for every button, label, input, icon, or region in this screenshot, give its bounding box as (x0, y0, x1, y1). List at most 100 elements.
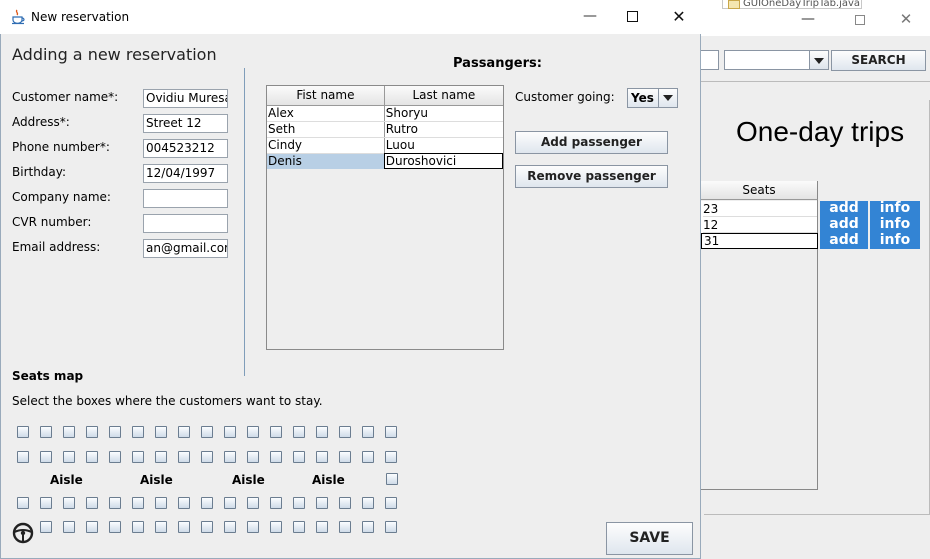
table-row-focused[interactable]: 31 (701, 233, 818, 249)
seat-checkbox[interactable] (316, 451, 328, 463)
phone-number-field[interactable]: 004523212 (143, 139, 228, 158)
background-editor-tab[interactable]: GUIOneDayTripTab.java (722, 0, 862, 9)
seat-checkbox[interactable] (339, 426, 351, 438)
seat-checkbox[interactable] (201, 521, 213, 533)
seat-checkbox[interactable] (386, 473, 398, 485)
seat-checkbox[interactable] (270, 451, 282, 463)
save-button[interactable]: SAVE (606, 522, 693, 555)
seat-checkbox[interactable] (270, 521, 282, 533)
seat-checkbox[interactable] (362, 426, 374, 438)
seat-checkbox[interactable] (132, 426, 144, 438)
table-row[interactable]: 23 (703, 201, 817, 217)
seat-checkbox[interactable] (362, 497, 374, 509)
seat-checkbox[interactable] (132, 521, 144, 533)
seat-checkbox[interactable] (178, 451, 190, 463)
seat-checkbox[interactable] (224, 426, 236, 438)
seat-checkbox[interactable] (86, 497, 98, 509)
first-name-header[interactable]: Fist name (267, 86, 385, 106)
customer-going-select[interactable]: Yes (627, 88, 678, 108)
seat-checkbox[interactable] (63, 497, 75, 509)
seat-checkbox[interactable] (270, 497, 282, 509)
seat-checkbox[interactable] (40, 451, 52, 463)
table-row[interactable]: Alex Shoryu (267, 105, 503, 122)
add-trip-button[interactable]: add (820, 233, 868, 249)
info-trip-button[interactable]: info (870, 201, 920, 217)
seat-checkbox[interactable] (293, 497, 305, 509)
seat-checkbox[interactable] (316, 521, 328, 533)
bg-search-input[interactable] (701, 50, 719, 70)
seat-checkbox[interactable] (40, 521, 52, 533)
bg-close-icon[interactable]: ✕ (898, 11, 914, 27)
seat-checkbox[interactable] (40, 426, 52, 438)
seat-checkbox[interactable] (293, 451, 305, 463)
seat-checkbox[interactable] (63, 451, 75, 463)
first-name-cell[interactable]: Cindy (267, 137, 385, 154)
last-name-cell[interactable]: Rutro (384, 121, 503, 138)
birthday-field[interactable]: 12/04/1997 (143, 164, 228, 183)
seat-checkbox[interactable] (86, 521, 98, 533)
seat-checkbox[interactable] (201, 451, 213, 463)
seat-checkbox[interactable] (339, 521, 351, 533)
seat-checkbox[interactable] (247, 521, 259, 533)
customer-name-field[interactable]: Ovidiu Muresan (143, 89, 228, 108)
seat-checkbox[interactable] (109, 426, 121, 438)
last-name-cell-editing[interactable]: Duroshovici (384, 153, 503, 169)
close-icon[interactable]: ✕ (670, 8, 688, 26)
seat-checkbox[interactable] (155, 426, 167, 438)
seat-checkbox[interactable] (385, 426, 397, 438)
last-name-header[interactable]: Last name (384, 86, 503, 106)
add-passenger-button[interactable]: Add passenger (515, 131, 668, 154)
seat-checkbox[interactable] (63, 426, 75, 438)
seat-checkbox[interactable] (132, 451, 144, 463)
seat-checkbox[interactable] (63, 521, 75, 533)
seat-checkbox[interactable] (86, 451, 98, 463)
last-name-cell[interactable]: Luou (384, 137, 503, 154)
seat-checkbox[interactable] (201, 426, 213, 438)
seat-checkbox[interactable] (385, 497, 397, 509)
seat-checkbox[interactable] (362, 521, 374, 533)
seat-checkbox[interactable] (385, 521, 397, 533)
seat-checkbox[interactable] (178, 521, 190, 533)
seat-checkbox[interactable] (86, 426, 98, 438)
seat-checkbox[interactable] (362, 451, 374, 463)
first-name-cell[interactable]: Seth (267, 121, 385, 138)
bg-minimize-icon[interactable]: — (800, 12, 816, 28)
seat-checkbox[interactable] (17, 451, 29, 463)
seat-checkbox[interactable] (178, 426, 190, 438)
seat-checkbox[interactable] (109, 451, 121, 463)
remove-passenger-button[interactable]: Remove passenger (515, 165, 668, 188)
seat-checkbox[interactable] (178, 497, 190, 509)
seat-checkbox[interactable] (247, 426, 259, 438)
search-button[interactable]: SEARCH (831, 50, 926, 71)
seat-checkbox[interactable] (293, 521, 305, 533)
seat-checkbox[interactable] (247, 451, 259, 463)
first-name-cell[interactable]: Alex (267, 105, 385, 122)
seat-checkbox[interactable] (339, 497, 351, 509)
seat-checkbox[interactable] (247, 497, 259, 509)
seat-checkbox[interactable] (293, 426, 305, 438)
email-address-field[interactable]: an@gmail.com (143, 239, 228, 258)
last-name-cell[interactable]: Shoryu (384, 105, 503, 122)
seat-checkbox[interactable] (155, 521, 167, 533)
seat-checkbox[interactable] (224, 521, 236, 533)
seat-checkbox[interactable] (155, 497, 167, 509)
seat-checkbox[interactable] (201, 497, 213, 509)
info-trip-button[interactable]: info (870, 217, 920, 233)
table-row[interactable]: 12 (703, 217, 817, 233)
maximize-icon[interactable] (627, 11, 638, 22)
seat-checkbox[interactable] (155, 451, 167, 463)
cvr-number-field[interactable] (143, 214, 228, 233)
seat-checkbox[interactable] (17, 497, 29, 509)
add-trip-button[interactable]: add (820, 201, 868, 217)
seat-checkbox[interactable] (17, 426, 29, 438)
first-name-cell[interactable]: Denis (267, 153, 385, 169)
seat-checkbox[interactable] (316, 426, 328, 438)
address-field[interactable]: Street 12 (143, 114, 228, 133)
seat-checkbox[interactable] (316, 497, 328, 509)
table-row[interactable]: Cindy Luou (267, 137, 503, 154)
seats-column-header[interactable]: Seats (701, 181, 818, 200)
seat-checkbox[interactable] (385, 451, 397, 463)
seat-checkbox[interactable] (109, 521, 121, 533)
seat-checkbox[interactable] (339, 451, 351, 463)
bg-filter-dropdown[interactable] (724, 50, 829, 70)
